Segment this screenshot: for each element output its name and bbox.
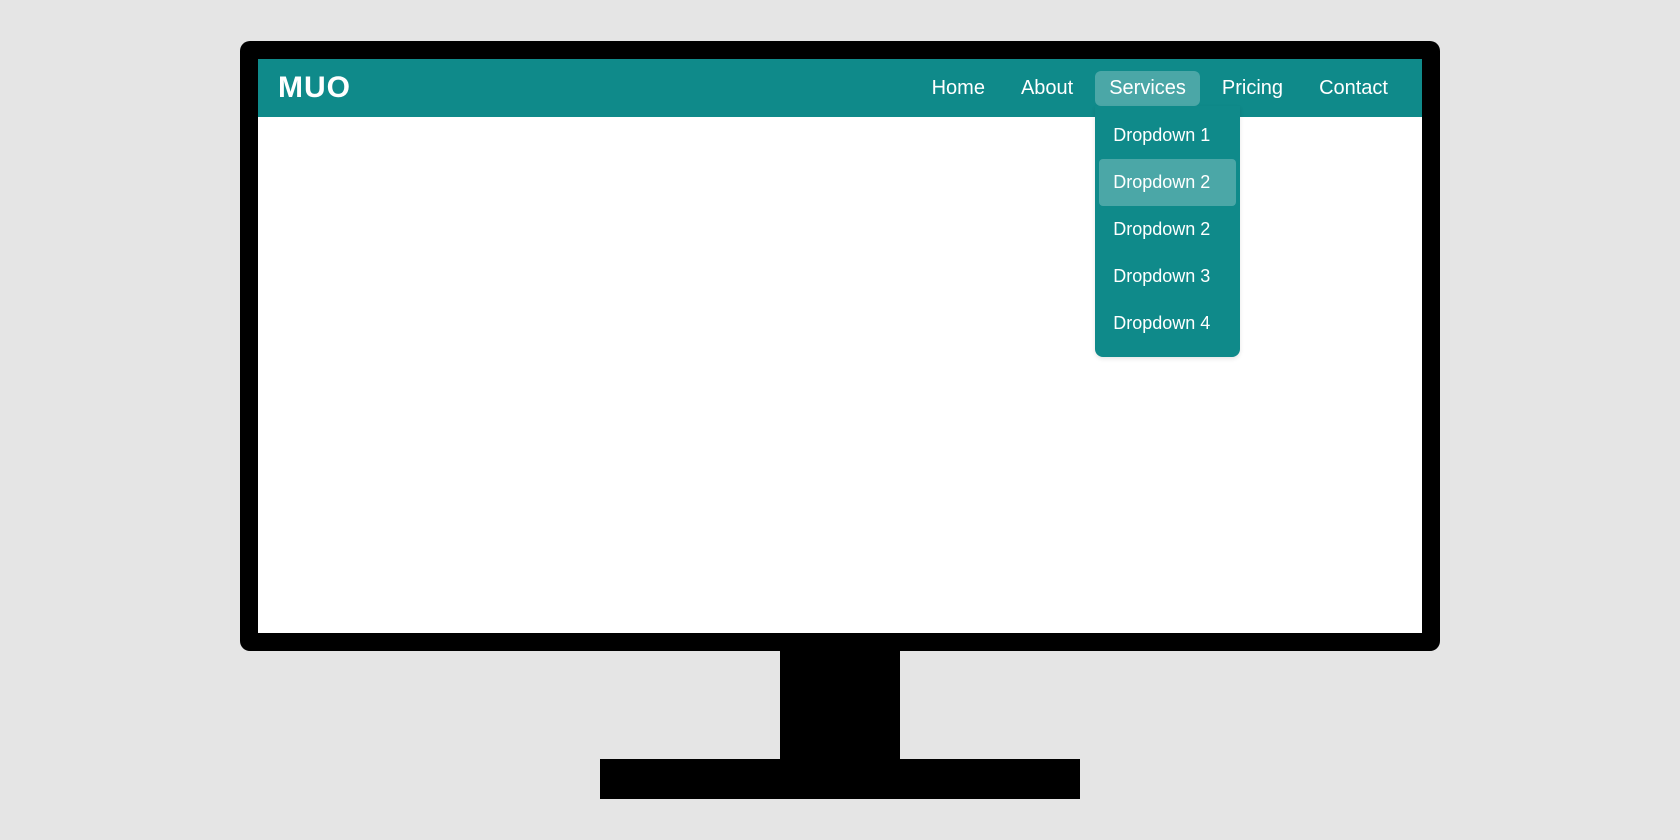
nav-item-label: Home bbox=[932, 77, 985, 99]
nav-item-label: About bbox=[1021, 77, 1073, 99]
nav-item-about[interactable]: About bbox=[1007, 71, 1087, 106]
nav-item-home[interactable]: Home bbox=[918, 71, 999, 106]
dropdown-item[interactable]: Dropdown 3 bbox=[1095, 253, 1240, 300]
nav-item-label: Pricing bbox=[1222, 77, 1283, 99]
nav-item-label: Contact bbox=[1319, 77, 1388, 99]
dropdown-item[interactable]: Dropdown 1 bbox=[1095, 112, 1240, 159]
nav-items: Home About ServicesDropdown 1Dropdown 2Dro… bbox=[918, 71, 1402, 106]
nav-item-label: Services bbox=[1109, 77, 1186, 99]
monitor-stand-base bbox=[600, 759, 1080, 799]
monitor-bezel: MUO HomeAboutServicesDropdown 1Dropdown … bbox=[240, 41, 1440, 651]
dropdown-menu: Dropdown 1Dropdown 2Dropdown 2Dropdown 3… bbox=[1095, 106, 1240, 357]
dropdown-item[interactable]: Dropdown 2 bbox=[1099, 159, 1236, 206]
nav-item-contact[interactable]: Contact bbox=[1305, 71, 1402, 106]
nav-item-services[interactable]: ServicesDropdown 1Dropdown 2Dropdown 2Dr… bbox=[1095, 71, 1200, 106]
nav-item-pricing[interactable]: Pricing bbox=[1208, 71, 1297, 106]
navbar: MUO Home About ServicesDropdown 1Dropdown … bbox=[258, 59, 1422, 117]
dropdown-item[interactable]: Dropdown 2 bbox=[1095, 206, 1240, 253]
screen: MUO HomeAboutServicesDropdown 1Dropdown … bbox=[258, 59, 1422, 633]
monitor-stand-neck bbox=[780, 649, 900, 759]
dropdown-item[interactable]: Dropdown 4 bbox=[1095, 300, 1240, 347]
site-logo[interactable]: MUO bbox=[278, 71, 351, 105]
monitor-frame: MUO HomeAboutServicesDropdown 1Dropdown … bbox=[240, 41, 1440, 799]
